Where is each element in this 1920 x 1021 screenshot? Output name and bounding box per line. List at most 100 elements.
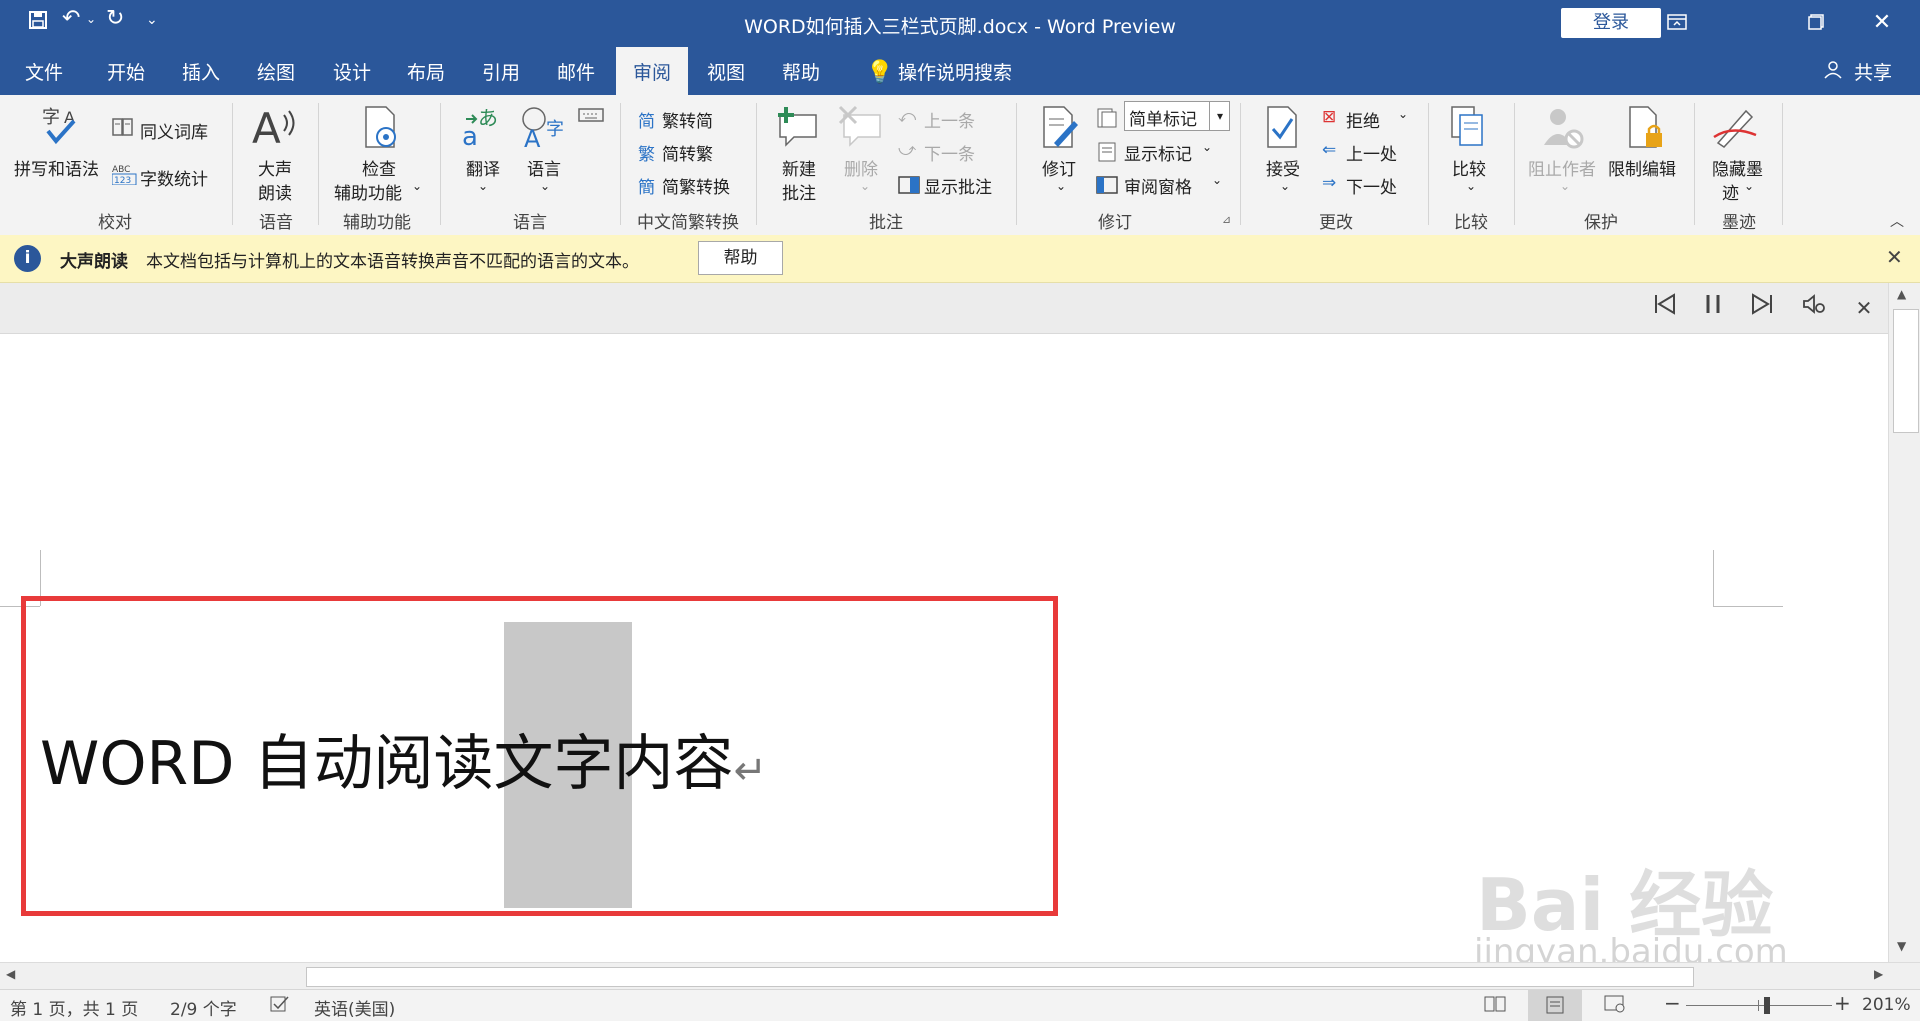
tab-help[interactable]: 帮助 — [765, 47, 837, 95]
read-mode-icon[interactable] — [1484, 995, 1506, 1018]
check-accessibility-button-line2[interactable]: 辅助功能 — [334, 179, 402, 204]
next-comment-button[interactable]: 下一条 — [924, 140, 975, 165]
chevron-down-icon[interactable]: ⌄ — [1280, 179, 1290, 193]
word-count[interactable]: 2/9 个字 — [170, 995, 237, 1020]
markup-select[interactable]: 简单标记 ▾ — [1124, 101, 1230, 131]
chevron-down-icon[interactable]: ⌄ — [1398, 107, 1408, 121]
scroll-left-icon[interactable]: ◀ — [6, 967, 15, 981]
vertical-scroll-thumb[interactable] — [1893, 309, 1919, 433]
hide-ink-button[interactable]: 隐藏墨 — [1712, 155, 1763, 180]
group-label-accessibility: 辅助功能 — [343, 213, 411, 233]
accept-button[interactable]: 接受 — [1266, 155, 1300, 180]
horizontal-scroll-thumb[interactable] — [306, 967, 1694, 987]
track-changes-button[interactable]: 修订 — [1042, 155, 1076, 180]
read-aloud-button-line2[interactable]: 朗读 — [258, 179, 292, 204]
close-icon[interactable]: ✕ — [1862, 8, 1902, 38]
next-comment-icon: ⤻ — [898, 140, 917, 160]
check-accessibility-button[interactable]: 检查 — [362, 155, 396, 180]
pause-icon[interactable] — [1695, 292, 1731, 324]
word-count-button[interactable]: 字数统计 — [140, 165, 208, 190]
compare-button[interactable]: 比较 — [1452, 155, 1486, 180]
svg-text:123: 123 — [114, 176, 131, 185]
previous-change-button[interactable]: 上一处 — [1346, 140, 1397, 165]
previous-paragraph-icon[interactable] — [1647, 292, 1683, 324]
login-button[interactable]: 登录 — [1561, 8, 1661, 38]
tab-file[interactable]: 文件 — [8, 47, 80, 95]
delete-comment-button[interactable]: 删除 — [844, 155, 878, 180]
zoom-out-icon[interactable]: − — [1664, 991, 1681, 1015]
chevron-down-icon[interactable]: ⌄ — [1560, 179, 1570, 193]
language-button[interactable]: 语言 — [527, 155, 561, 180]
vertical-scrollbar[interactable]: ▲ ▼ — [1888, 283, 1920, 962]
restrict-editing-button[interactable]: 限制编辑 — [1608, 155, 1676, 180]
language-status[interactable]: 英语(美国) — [314, 995, 395, 1020]
chevron-down-icon[interactable]: ⌄ — [1202, 140, 1212, 154]
traditional-to-simplified-button[interactable]: 繁转简 — [662, 107, 713, 132]
zoom-slider-thumb[interactable] — [1764, 997, 1770, 1014]
tab-references[interactable]: 引用 — [465, 47, 537, 95]
keyboard-icon[interactable] — [578, 105, 604, 128]
horizontal-scrollbar[interactable]: ◀ ▶ — [0, 962, 1920, 990]
reviewing-pane-button[interactable]: 审阅窗格 — [1124, 173, 1192, 198]
tab-design[interactable]: 设计 — [316, 47, 388, 95]
tell-me-search[interactable]: 操作说明搜索 — [898, 47, 1048, 95]
show-markup-button[interactable]: 显示标记 — [1124, 140, 1192, 165]
show-markup-icon — [1096, 141, 1118, 168]
proofing-status-icon[interactable] — [270, 995, 290, 1018]
tab-review[interactable]: 审阅 — [616, 47, 688, 95]
scroll-down-icon[interactable]: ▼ — [1897, 939, 1906, 953]
tab-layout[interactable]: 布局 — [390, 47, 462, 95]
collapse-ribbon-icon[interactable]: ︿ — [1890, 211, 1904, 231]
zoom-level[interactable]: 201% — [1862, 995, 1911, 1015]
previous-comment-icon: ⤺ — [898, 107, 917, 127]
translate-button[interactable]: 翻译 — [466, 155, 500, 180]
chevron-down-icon[interactable]: ⌄ — [1744, 179, 1754, 193]
document-page[interactable]: WORD 自动阅读文字内容↵ Bai 经验 jingyan.baidu.com — [0, 334, 1888, 972]
chevron-down-icon[interactable]: ⌄ — [478, 179, 488, 193]
show-comments-button[interactable]: 显示批注 — [924, 173, 992, 198]
tab-insert[interactable]: 插入 — [165, 47, 237, 95]
page-count[interactable]: 第 1 页，共 1 页 — [10, 995, 138, 1020]
new-comment-button-line2[interactable]: 批注 — [782, 179, 816, 204]
tab-home[interactable]: 开始 — [90, 47, 162, 95]
zoom-in-icon[interactable]: + — [1834, 991, 1851, 1015]
read-aloud-button[interactable]: 大声 — [258, 155, 292, 180]
thesaurus-button[interactable]: 同义词库 — [140, 118, 208, 143]
voice-settings-icon[interactable] — [1796, 292, 1832, 324]
dialog-launcher-icon[interactable]: ⊿ — [1222, 213, 1231, 226]
hide-ink-button-line2[interactable]: 迹 — [1722, 179, 1739, 204]
group-divider — [1782, 103, 1783, 225]
group-divider — [1240, 103, 1241, 225]
margin-corner-mark — [1713, 606, 1783, 607]
chevron-down-icon[interactable]: ⌄ — [1056, 179, 1066, 193]
chevron-down-icon[interactable]: ⌄ — [1212, 173, 1222, 187]
previous-comment-button[interactable]: 上一条 — [924, 107, 975, 132]
close-read-aloud-icon[interactable]: ✕ — [1846, 292, 1882, 324]
scroll-right-icon[interactable]: ▶ — [1874, 967, 1883, 981]
next-paragraph-icon[interactable] — [1744, 292, 1780, 324]
share-button[interactable]: 共享 — [1848, 47, 1898, 95]
print-layout-view-button[interactable] — [1528, 990, 1582, 1021]
chevron-down-icon[interactable]: ▾ — [1209, 102, 1230, 130]
chinese-conversion-button[interactable]: 简繁转换 — [662, 173, 730, 198]
reject-button[interactable]: 拒绝 — [1346, 107, 1380, 132]
chevron-down-icon[interactable]: ⌄ — [412, 179, 422, 193]
chevron-down-icon[interactable]: ⌄ — [540, 179, 550, 193]
zoom-slider-track[interactable] — [1686, 1005, 1832, 1006]
next-change-button[interactable]: 下一处 — [1346, 173, 1397, 198]
chevron-down-icon[interactable]: ⌄ — [1466, 179, 1476, 193]
block-authors-button[interactable]: 阻止作者 — [1528, 155, 1596, 180]
web-layout-icon[interactable] — [1604, 995, 1626, 1018]
chevron-down-icon[interactable]: ⌄ — [860, 179, 870, 193]
spelling-grammar-button[interactable]: 拼写和语法 — [14, 155, 99, 180]
scroll-up-icon[interactable]: ▲ — [1897, 287, 1906, 301]
close-message-icon[interactable]: ✕ — [1886, 245, 1903, 269]
simplified-to-traditional-button[interactable]: 简转繁 — [662, 140, 713, 165]
tab-draw[interactable]: 绘图 — [240, 47, 312, 95]
new-comment-button[interactable]: 新建 — [782, 155, 816, 180]
minimize-icon[interactable] — [1796, 8, 1836, 38]
tab-mailings[interactable]: 邮件 — [540, 47, 612, 95]
help-button[interactable]: 帮助 — [698, 241, 783, 275]
tab-view[interactable]: 视图 — [690, 47, 762, 95]
ribbon-display-icon[interactable] — [1657, 8, 1697, 38]
